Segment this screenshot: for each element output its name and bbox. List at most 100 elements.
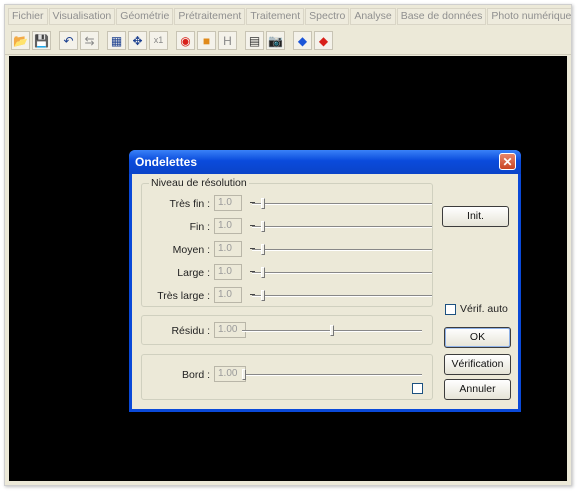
close-button[interactable]: ✕ xyxy=(499,153,516,170)
slider-end-tick xyxy=(250,202,255,203)
slider-track xyxy=(252,249,432,251)
resolution-row: Fin : xyxy=(142,217,442,239)
resolution-row: Très large : xyxy=(142,286,442,308)
bord-group: Bord : xyxy=(141,354,433,400)
save-button[interactable]: 💾 xyxy=(32,31,51,50)
ok-button[interactable]: OK xyxy=(444,327,511,348)
slider-track xyxy=(242,374,422,376)
flip-button[interactable]: ⇆ xyxy=(80,31,99,50)
resolution-slider[interactable] xyxy=(250,264,432,282)
grid-button[interactable]: ▦ xyxy=(107,31,126,50)
slider-track xyxy=(252,295,432,297)
bord-row: Bord : xyxy=(142,365,442,387)
resolution-level-legend: Niveau de résolution xyxy=(149,177,249,189)
h-button[interactable]: H xyxy=(218,31,237,50)
slider-end-tick xyxy=(250,248,255,249)
list-icon: ▤ xyxy=(248,33,261,48)
resolution-value-field[interactable] xyxy=(214,241,242,257)
blue-diamond-icon: ◆ xyxy=(297,33,308,48)
verification-button[interactable]: Vérification xyxy=(444,354,511,375)
menu-item[interactable]: Spectro xyxy=(305,7,350,25)
blue-diamond-button[interactable]: ◆ xyxy=(293,31,312,50)
resolution-row: Très fin : xyxy=(142,194,442,216)
resolution-value-field[interactable] xyxy=(214,195,242,211)
slider-thumb[interactable] xyxy=(261,290,265,301)
move-icon: ✥ xyxy=(132,33,143,48)
slider-thumb[interactable] xyxy=(330,325,334,336)
menu-item[interactable]: Photo numérique xyxy=(487,7,571,25)
resolution-row-label: Moyen : xyxy=(172,244,210,256)
menu-item[interactable]: Prétraitement xyxy=(174,7,246,25)
menu-item[interactable]: Géométrie xyxy=(116,7,174,25)
resolution-value-field[interactable] xyxy=(214,287,242,303)
bord-checkbox[interactable] xyxy=(412,383,423,394)
zoom-x1-icon: x1 xyxy=(153,35,164,45)
menu-item[interactable]: Base de données xyxy=(396,7,487,25)
circle-button[interactable]: ◉ xyxy=(176,31,195,50)
residu-row: Résidu : xyxy=(142,321,442,343)
slider-thumb[interactable] xyxy=(242,369,246,380)
bord-slider[interactable] xyxy=(242,366,422,384)
menu-item[interactable]: Fichier xyxy=(8,7,48,25)
menu-item[interactable]: Analyse xyxy=(350,7,396,25)
red-diamond-icon: ◆ xyxy=(318,33,329,48)
list-button[interactable]: ▤ xyxy=(245,31,264,50)
move-button[interactable]: ✥ xyxy=(128,31,147,50)
residu-group: Résidu : xyxy=(141,315,433,345)
dialog-title: Ondelettes xyxy=(135,155,198,169)
resolution-row-label: Très fin : xyxy=(169,198,210,210)
open-folder-button[interactable]: 📂 xyxy=(11,31,30,50)
slider-track xyxy=(252,272,432,274)
toolbar: 📂 💾 ↶ ⇆ ▦ ✥ x1 ◉ ■ H ▤ 📷 ◆ ◆ xyxy=(5,27,571,55)
dialog-titlebar[interactable]: Ondelettes ✕ xyxy=(129,150,521,174)
open-folder-icon: 📂 xyxy=(13,33,28,48)
resolution-level-group: Niveau de résolution Très fin : Fin : Moye… xyxy=(141,177,433,307)
save-icon: 💾 xyxy=(34,33,49,48)
zoom-x1-button[interactable]: x1 xyxy=(149,31,168,50)
camera-icon: 📷 xyxy=(268,33,283,48)
resolution-slider[interactable] xyxy=(250,195,432,213)
slider-track xyxy=(252,203,432,205)
slider-end-tick xyxy=(250,294,255,295)
slider-thumb[interactable] xyxy=(261,267,265,278)
red-diamond-button[interactable]: ◆ xyxy=(314,31,333,50)
camera-button[interactable]: 📷 xyxy=(266,31,285,50)
dialog-body: Niveau de résolution Très fin : Fin : Moye… xyxy=(132,174,518,409)
residu-label: Résidu : xyxy=(171,325,210,337)
flip-icon: ⇆ xyxy=(84,33,95,48)
slider-thumb[interactable] xyxy=(261,244,265,255)
slider-thumb[interactable] xyxy=(261,198,265,209)
verif-auto-checkbox[interactable] xyxy=(445,304,456,315)
resolution-row-label: Large : xyxy=(177,267,210,279)
menu-bar: Fichier Visualisation Géométrie Prétraiteme… xyxy=(5,5,571,27)
resolution-row: Large : xyxy=(142,263,442,285)
undo-icon: ↶ xyxy=(63,33,74,48)
square-button[interactable]: ■ xyxy=(197,31,216,50)
bord-label: Bord : xyxy=(181,369,210,381)
slider-end-tick xyxy=(250,271,255,272)
grid-icon: ▦ xyxy=(110,33,123,48)
resolution-slider[interactable] xyxy=(250,287,432,305)
annuler-button[interactable]: Annuler xyxy=(444,379,511,400)
resolution-row-label: Très large : xyxy=(157,290,210,302)
undo-button[interactable]: ↶ xyxy=(59,31,78,50)
residu-slider[interactable] xyxy=(242,322,422,340)
h-icon: H xyxy=(223,33,232,48)
resolution-slider[interactable] xyxy=(250,241,432,259)
circle-icon: ◉ xyxy=(180,33,191,48)
resolution-row-label: Fin : xyxy=(189,221,210,233)
resolution-slider[interactable] xyxy=(250,218,432,236)
slider-end-tick xyxy=(250,225,255,226)
square-icon: ■ xyxy=(202,33,211,48)
resolution-value-field[interactable] xyxy=(214,264,242,280)
resolution-row: Moyen : xyxy=(142,240,442,262)
resolution-value-field[interactable] xyxy=(214,218,242,234)
slider-thumb[interactable] xyxy=(261,221,265,232)
verif-auto-label: Vérif. auto xyxy=(460,303,508,315)
menu-item[interactable]: Traitement xyxy=(246,7,305,25)
menu-item[interactable]: Visualisation xyxy=(48,7,116,25)
ondelettes-dialog: Ondelettes ✕ Niveau de résolution Très f… xyxy=(129,150,521,412)
init-button[interactable]: Init. xyxy=(442,206,509,227)
slider-track xyxy=(252,226,432,228)
close-icon: ✕ xyxy=(502,155,513,169)
